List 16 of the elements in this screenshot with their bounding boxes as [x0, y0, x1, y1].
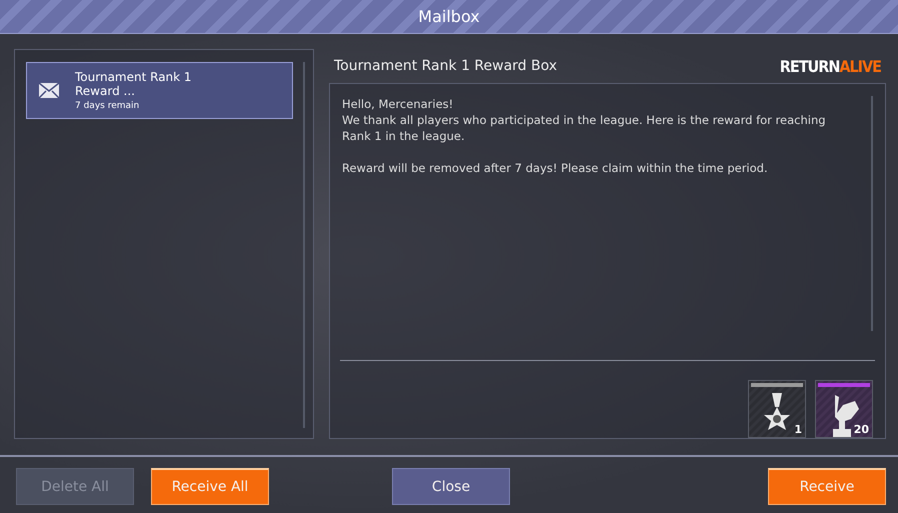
scroll-bar[interactable] — [303, 62, 305, 428]
reward-slot[interactable]: 1 — [748, 380, 806, 438]
scroll-bar[interactable] — [871, 96, 873, 331]
message-title: Tournament Rank 1 Reward Box — [334, 58, 558, 74]
action-button[interactable]: Close — [392, 468, 510, 505]
envelope-icon — [39, 83, 59, 98]
item-count: 1 — [794, 423, 802, 436]
message-text: Reward will be removed after 7 days! Please claim within the time period. — [342, 160, 769, 176]
days-remaining: 7 days remain — [75, 101, 140, 111]
game-logo: RETURNALIVE — [780, 56, 881, 76]
item-count: 20 — [854, 423, 869, 436]
reward-slot[interactable]: 20 — [815, 380, 873, 438]
window-title: Mailbox — [418, 7, 480, 26]
message-text: Hello, Mercenaries! We thank all players who participated in the league. Here is the reward for reaching Rank 1 in the league. — [342, 96, 827, 144]
mail-title: Tournament Rank 1 Reward ... — [75, 70, 193, 98]
mail-item[interactable]: Tournament Rank 1 Reward ... 7 days remain — [26, 62, 293, 119]
